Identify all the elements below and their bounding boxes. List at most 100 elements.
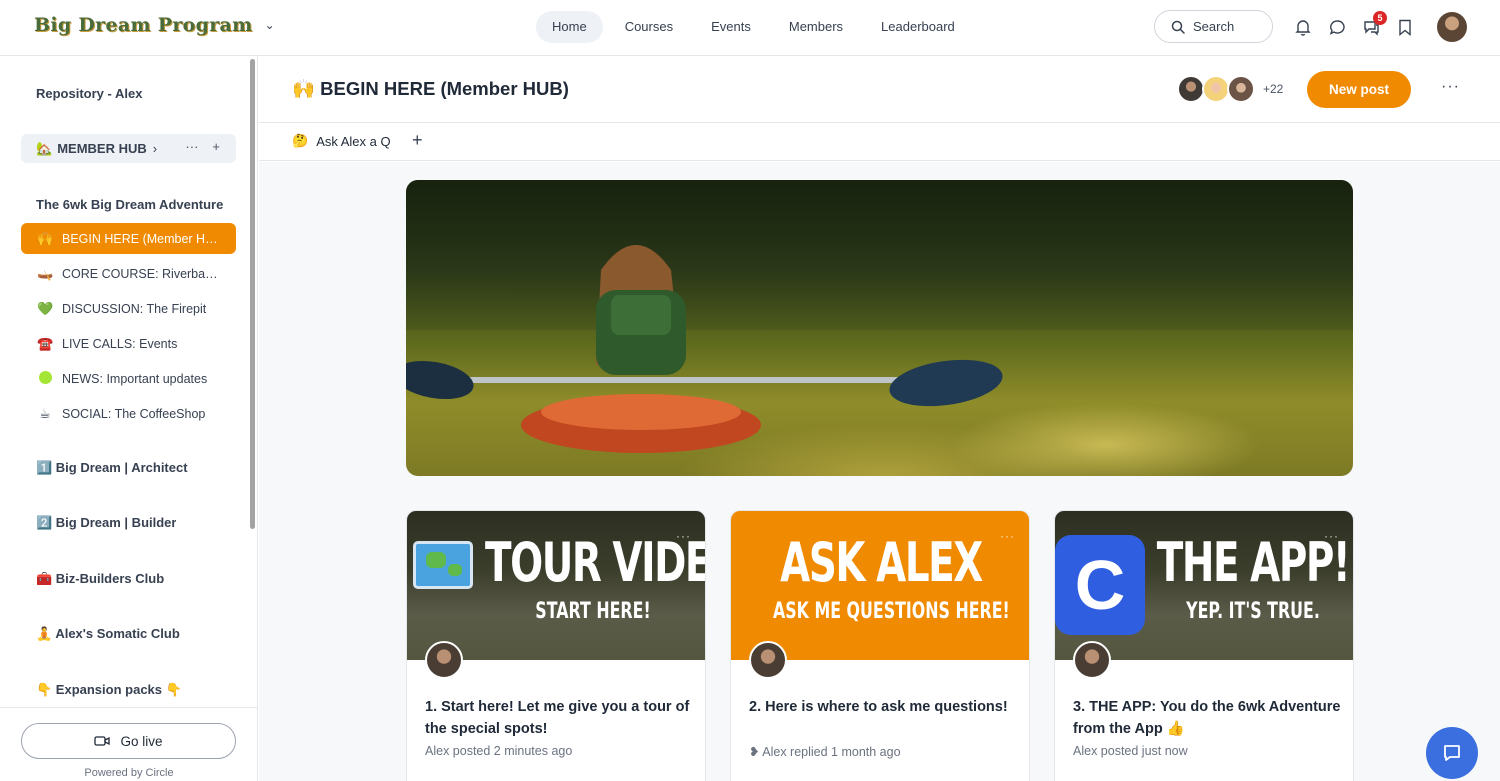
- main-area: 🙌 BEGIN HERE (Member HUB) +22 New post ·…: [259, 56, 1500, 781]
- sidebar-item-label: SOCIAL: The CoffeeShop: [62, 406, 206, 421]
- nav-courses[interactable]: Courses: [609, 11, 689, 43]
- cover-image: [406, 180, 1353, 476]
- search-icon: [1171, 20, 1185, 34]
- house-icon: 🏡: [36, 140, 53, 156]
- sidebar-item-discussion[interactable]: 💚 DISCUSSION: The Firepit: [21, 293, 236, 324]
- brand-name: Big Dream Program: [34, 14, 253, 36]
- member-hub-label: MEMBER HUB: [57, 141, 147, 156]
- space-tabs: 🤔 Ask Alex a Q +: [259, 123, 1500, 161]
- tab-label: Ask Alex a Q: [316, 133, 391, 149]
- avatar[interactable]: [749, 641, 787, 679]
- post-meta: Alex posted just now: [1073, 744, 1188, 758]
- member-count[interactable]: +22: [1263, 82, 1283, 96]
- go-live-button[interactable]: Go live: [21, 723, 236, 759]
- plus-icon[interactable]: +: [212, 139, 220, 154]
- sidebar-item-core-course[interactable]: 🛶 CORE COURSE: Riverbank Rally: [21, 258, 236, 289]
- sidebar-section-title[interactable]: The 6wk Big Dream Adventure: [36, 197, 226, 212]
- message-icon[interactable]: [1327, 14, 1347, 40]
- brand-switcher[interactable]: Big Dream Program ⌄: [34, 14, 275, 36]
- chevron-right-icon: ›: [152, 141, 158, 156]
- sidebar-group-expansion[interactable]: 👇 Expansion packs 👇: [36, 682, 182, 698]
- kayaker-illustration: [406, 245, 1003, 453]
- avatar[interactable]: [1073, 641, 1111, 679]
- telephone-icon: ☎️: [37, 335, 54, 351]
- canoe-icon: 🛶: [37, 265, 54, 281]
- sidebar-item-label: BEGIN HERE (Member HUB): [62, 231, 222, 246]
- avatar: [1227, 75, 1255, 103]
- new-post-button[interactable]: New post: [1307, 71, 1411, 108]
- sidebar-item-news[interactable]: NEWS: Important updates: [21, 363, 236, 394]
- tab-ask-alex[interactable]: 🤔 Ask Alex a Q: [292, 133, 391, 149]
- video-camera-icon: [94, 736, 111, 746]
- add-tab-icon[interactable]: +: [412, 130, 423, 151]
- sidebar-footer: Go live Powered by Circle: [0, 707, 258, 781]
- thinking-face-icon: 🤔: [292, 133, 309, 148]
- card-subheadline: START HERE!: [535, 599, 651, 624]
- sidebar-group-builder[interactable]: 2️⃣ Big Dream | Builder: [36, 515, 176, 531]
- avatar[interactable]: [425, 641, 463, 679]
- post-meta: ❥ Alex replied 1 month ago: [749, 745, 901, 759]
- chat-icon: [1444, 745, 1460, 761]
- card-subheadline: YEP. IT'S TRUE.: [1186, 599, 1320, 624]
- sidebar-group-biz-builders[interactable]: 🧰 Biz-Builders Club: [36, 571, 164, 587]
- sidebar-item-live-calls[interactable]: ☎️ LIVE CALLS: Events: [21, 328, 236, 359]
- chat-threads-icon[interactable]: 5: [1361, 11, 1387, 40]
- more-icon[interactable]: ···: [1324, 529, 1339, 543]
- chat-launcher-button[interactable]: [1426, 727, 1478, 779]
- card-headline: ASK ALEX: [780, 531, 983, 594]
- sidebar-item-social[interactable]: ☕ SOCIAL: The CoffeeShop: [21, 398, 236, 429]
- page-header: 🙌 BEGIN HERE (Member HUB) +22 New post ·…: [259, 56, 1500, 123]
- post-card-image: ASK ALEX ASK ME QUESTIONS HERE! ···: [731, 511, 1029, 660]
- top-bar: Big Dream Program ⌄ Home Courses Events …: [0, 0, 1500, 56]
- space-content: TOUR VIDEO START HERE! ··· 1. Start here…: [259, 162, 1500, 781]
- post-title[interactable]: 1. Start here! Let me give you a tour of…: [425, 696, 695, 740]
- nav-home[interactable]: Home: [536, 11, 603, 43]
- sidebar-item-label: LIVE CALLS: Events: [62, 336, 178, 351]
- more-options-icon[interactable]: ···: [1441, 78, 1460, 96]
- card-subheadline: ASK ME QUESTIONS HERE!: [773, 599, 1010, 624]
- sidebar-group-architect[interactable]: 1️⃣ Big Dream | Architect: [36, 460, 188, 476]
- post-card-app[interactable]: C THE APP! YEP. IT'S TRUE. ··· 3. THE AP…: [1054, 510, 1354, 781]
- bell-icon[interactable]: [1293, 14, 1313, 40]
- green-circle-icon: [37, 370, 53, 387]
- sidebar-scrollbar[interactable]: [250, 59, 255, 529]
- avatar: [1202, 75, 1230, 103]
- post-cards: TOUR VIDEO START HERE! ··· 1. Start here…: [406, 510, 1354, 781]
- powered-by-circle[interactable]: Powered by Circle: [0, 767, 258, 779]
- post-card-image: TOUR VIDEO START HERE! ···: [407, 511, 705, 660]
- post-meta: Alex posted 2 minutes ago: [425, 744, 573, 758]
- page-title: 🙌 BEGIN HERE (Member HUB): [292, 78, 569, 99]
- sidebar-item-label: CORE COURSE: Riverbank Rally: [62, 266, 222, 281]
- more-icon[interactable]: ···: [185, 139, 198, 154]
- more-icon[interactable]: ···: [676, 529, 691, 543]
- top-icons: 5: [1293, 11, 1415, 40]
- chat-badge: 5: [1373, 11, 1387, 25]
- post-title[interactable]: 2. Here is where to ask me questions!: [749, 696, 1019, 718]
- world-map-icon: [413, 541, 473, 589]
- user-avatar[interactable]: [1437, 12, 1467, 42]
- raised-hands-icon: 🙌: [37, 230, 54, 246]
- more-icon[interactable]: ···: [1000, 529, 1015, 543]
- bookmark-icon[interactable]: [1395, 14, 1415, 40]
- post-title[interactable]: 3. THE APP: You do the 6wk Adventure fro…: [1073, 696, 1343, 740]
- search-button[interactable]: Search: [1154, 10, 1273, 43]
- member-avatars[interactable]: [1177, 75, 1255, 103]
- sidebar-item-begin-here[interactable]: 🙌 BEGIN HERE (Member HUB): [21, 223, 236, 254]
- nav-events[interactable]: Events: [695, 11, 767, 43]
- card-headline: THE APP!: [1156, 531, 1351, 594]
- chevron-down-icon: ⌄: [264, 18, 275, 32]
- sidebar-repo-link[interactable]: Repository - Alex: [36, 86, 142, 101]
- member-hub-switcher[interactable]: 🏡 MEMBER HUB › ··· +: [21, 134, 236, 163]
- sidebar-group-somatic[interactable]: 🧘 Alex's Somatic Club: [36, 626, 180, 642]
- post-card-ask[interactable]: ASK ALEX ASK ME QUESTIONS HERE! ··· 2. H…: [730, 510, 1030, 781]
- search-label: Search: [1193, 19, 1235, 34]
- circle-app-icon: C: [1055, 535, 1145, 635]
- go-live-label: Go live: [120, 733, 163, 749]
- main-nav: Home Courses Events Members Leaderboard: [536, 11, 971, 43]
- sidebar-item-label: DISCUSSION: The Firepit: [62, 301, 207, 316]
- post-card-tour[interactable]: TOUR VIDEO START HERE! ··· 1. Start here…: [406, 510, 706, 781]
- nav-leaderboard[interactable]: Leaderboard: [865, 11, 971, 43]
- card-headline: TOUR VIDEO: [485, 531, 705, 594]
- sidebar: Repository - Alex 🏡 MEMBER HUB › ··· + T…: [0, 56, 258, 781]
- nav-members[interactable]: Members: [773, 11, 859, 43]
